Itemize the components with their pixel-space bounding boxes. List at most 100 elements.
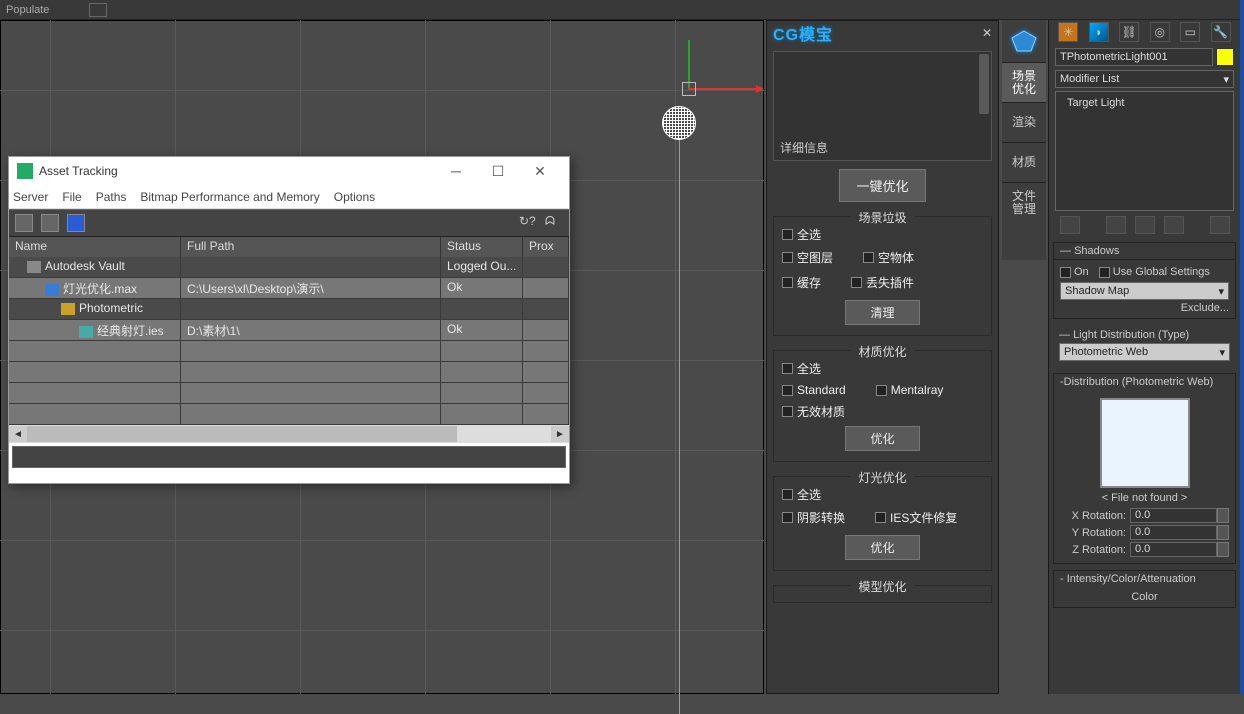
modifier-list-dropdown[interactable]: Modifier List▾ <box>1055 70 1234 88</box>
table-row[interactable]: 灯光优化.max C:\Users\xl\Desktop\演示\ Ok <box>9 278 569 299</box>
select-all-checkbox[interactable]: 全选 <box>782 486 983 503</box>
shadows-on-checkbox[interactable]: On <box>1060 266 1089 278</box>
material-optimize-button[interactable]: 优化 <box>845 426 919 451</box>
axis-gizmo-icon[interactable] <box>682 82 696 96</box>
minimize-button[interactable]: ─ <box>435 160 477 182</box>
row-status: Ok <box>441 278 523 298</box>
asset-tracking-statusbar <box>12 446 566 468</box>
col-path[interactable]: Full Path <box>181 237 441 257</box>
ies-file-icon <box>79 326 93 338</box>
tab-render[interactable]: 渲染 <box>1002 102 1046 142</box>
tool-table-icon[interactable] <box>67 214 85 232</box>
menu-paths[interactable]: Paths <box>96 190 127 204</box>
file-not-found-label[interactable]: < File not found > <box>1060 492 1229 504</box>
object-color-swatch[interactable] <box>1216 48 1234 66</box>
tool-tree-icon[interactable] <box>15 214 33 232</box>
scroll-thumb[interactable] <box>27 426 457 442</box>
col-status[interactable]: Status <box>441 237 523 257</box>
dist-type-dropdown[interactable]: Photometric Web▾ <box>1059 343 1230 361</box>
col-name[interactable]: Name <box>9 237 181 257</box>
tab-scene-optimize[interactable]: 场景 优化 <box>1002 62 1046 102</box>
utilities-tab-icon[interactable]: 🔧 <box>1211 22 1231 42</box>
menu-bitmap[interactable]: Bitmap Performance and Memory <box>140 190 319 204</box>
cleanup-button[interactable]: 清理 <box>845 300 919 325</box>
gem-icon[interactable] <box>1002 20 1046 62</box>
rollout-title[interactable]: -Distribution (Photometric Web) <box>1054 374 1235 390</box>
hierarchy-tab-icon[interactable]: ⛓ <box>1119 22 1139 42</box>
cg-close-button[interactable]: ✕ <box>982 26 992 40</box>
select-all-checkbox[interactable]: 全选 <box>782 226 983 243</box>
spinner-arrows-icon[interactable] <box>1217 508 1229 523</box>
cg-info-box: 详细信息 <box>773 51 992 161</box>
spinner-arrows-icon[interactable] <box>1217 542 1229 557</box>
configure-sets-icon[interactable] <box>1210 216 1230 234</box>
empty-layers-checkbox[interactable]: 空图层 <box>782 249 833 266</box>
table-row[interactable]: Autodesk Vault Logged Ou... <box>9 257 569 278</box>
tool-list-icon[interactable] <box>41 214 59 232</box>
y-rotation-spinner: Y Rotation: 0.0 <box>1060 525 1229 540</box>
command-panel-tabs: ✳ ◗ ⛓ ◎ ▭ 🔧 <box>1049 20 1240 44</box>
tab-material[interactable]: 材质 <box>1002 142 1046 182</box>
missing-plugins-checkbox[interactable]: 丢失插件 <box>851 274 914 291</box>
standard-checkbox[interactable]: Standard <box>782 383 846 397</box>
light-optimize-button[interactable]: 优化 <box>845 535 919 560</box>
asset-tracking-header: Name Full Path Status Prox <box>9 237 569 257</box>
shadow-type-dropdown[interactable]: Shadow Map▾ <box>1060 282 1229 300</box>
tool-help-icon[interactable]: ᗣ <box>545 214 563 232</box>
table-row[interactable]: 经典射灯.ies D:\素材\1\ Ok <box>9 320 569 341</box>
table-row[interactable]: Photometric <box>9 299 569 320</box>
shadow-convert-checkbox[interactable]: 阴影转换 <box>782 509 845 526</box>
chevron-down-icon: ▾ <box>1219 346 1225 359</box>
make-unique-icon[interactable] <box>1135 216 1155 234</box>
menu-options[interactable]: Options <box>334 190 375 204</box>
spinner-arrows-icon[interactable] <box>1217 525 1229 540</box>
populate-label[interactable]: Populate <box>6 4 49 16</box>
row-status: Ok <box>441 320 523 340</box>
mentalray-checkbox[interactable]: Mentalray <box>876 383 944 397</box>
asset-tracking-menubar: Server File Paths Bitmap Performance and… <box>9 185 569 209</box>
one-click-optimize-button[interactable]: 一键优化 <box>839 169 925 202</box>
maximize-button[interactable]: ☐ <box>477 160 519 182</box>
motion-tab-icon[interactable]: ◎ <box>1150 22 1170 42</box>
horizontal-scrollbar[interactable]: ◄ ► <box>9 425 569 443</box>
cache-checkbox[interactable]: 缓存 <box>782 274 821 291</box>
modify-tab-icon[interactable]: ◗ <box>1089 22 1109 42</box>
pin-stack-icon[interactable] <box>1060 216 1080 234</box>
window-title: Asset Tracking <box>39 164 118 178</box>
stack-item[interactable]: Target Light <box>1059 95 1230 111</box>
topbar-tool-icon[interactable] <box>89 3 107 17</box>
photometric-light-icon[interactable] <box>662 106 696 140</box>
asset-tracking-window: Asset Tracking ─ ☐ ✕ Server File Paths B… <box>8 156 570 484</box>
scroll-left-icon[interactable]: ◄ <box>9 426 27 442</box>
modifier-stack[interactable]: Target Light <box>1055 91 1234 211</box>
menu-file[interactable]: File <box>62 190 81 204</box>
tab-file-manage[interactable]: 文件 管理 <box>1002 182 1046 222</box>
model-optimize-group: 模型优化 <box>773 585 992 603</box>
invalid-material-checkbox[interactable]: 无效材质 <box>782 403 983 420</box>
y-rotation-input[interactable]: 0.0 <box>1130 525 1217 540</box>
asset-tracking-titlebar[interactable]: Asset Tracking ─ ☐ ✕ <box>9 157 569 185</box>
scroll-right-icon[interactable]: ► <box>551 426 569 442</box>
object-name-input[interactable] <box>1055 48 1213 66</box>
intensity-rollout: - Intensity/Color/Attenuation Color <box>1053 570 1236 608</box>
light-target-line <box>679 140 680 714</box>
tool-refresh-icon[interactable]: ↻? <box>519 214 537 232</box>
select-all-checkbox[interactable]: 全选 <box>782 360 983 377</box>
web-preview[interactable] <box>1100 398 1190 488</box>
empty-objects-checkbox[interactable]: 空物体 <box>863 249 914 266</box>
rollout-title[interactable]: - Intensity/Color/Attenuation <box>1054 571 1235 587</box>
exclude-button[interactable]: Exclude... <box>1181 302 1229 314</box>
create-tab-icon[interactable]: ✳ <box>1058 22 1078 42</box>
ies-repair-checkbox[interactable]: IES文件修复 <box>875 509 957 526</box>
close-button[interactable]: ✕ <box>519 160 561 182</box>
cg-info-scrollbar[interactable] <box>979 54 989 114</box>
col-prox[interactable]: Prox <box>523 237 569 257</box>
x-rotation-input[interactable]: 0.0 <box>1130 508 1217 523</box>
use-global-checkbox[interactable]: Use Global Settings <box>1099 266 1210 278</box>
menu-server[interactable]: Server <box>13 190 48 204</box>
display-tab-icon[interactable]: ▭ <box>1180 22 1200 42</box>
z-rotation-input[interactable]: 0.0 <box>1130 542 1217 557</box>
show-result-icon[interactable] <box>1106 216 1126 234</box>
remove-modifier-icon[interactable] <box>1164 216 1184 234</box>
row-name: 灯光优化.max <box>63 282 137 296</box>
